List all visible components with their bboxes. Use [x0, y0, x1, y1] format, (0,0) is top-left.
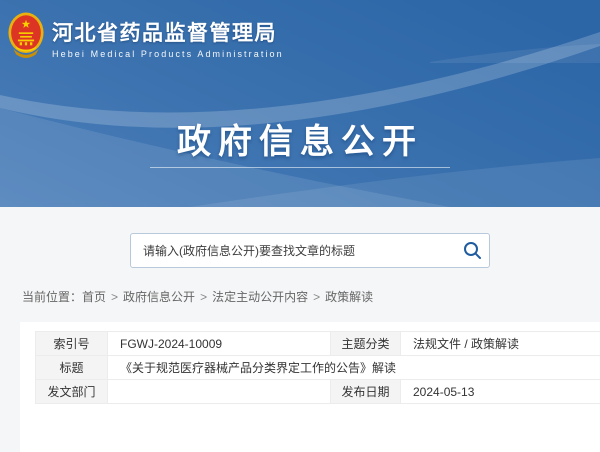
agency-title-en: Hebei Medical Products Administration	[52, 49, 284, 59]
content-panel: 索引号 FGWJ-2024-10009 主题分类 法规文件 / 政策解读 标题 …	[20, 322, 600, 452]
table-row: 标题 《关于规范医疗器械产品分类界定工作的公告》解读	[36, 356, 600, 380]
agency-title-cn: 河北省药品监督管理局	[52, 22, 284, 46]
search-button[interactable]	[455, 234, 489, 267]
breadcrumb-item-gov-info[interactable]: 政府信息公开	[123, 290, 195, 304]
breadcrumb-label: 当前位置：	[22, 290, 82, 304]
search-icon	[463, 241, 482, 260]
breadcrumb-item-home[interactable]: 首页	[82, 290, 106, 304]
search-input[interactable]	[131, 234, 455, 267]
breadcrumb-separator: >	[313, 290, 320, 304]
breadcrumb: 当前位置：首页 > 政府信息公开 > 法定主动公开内容 > 政策解读	[22, 288, 373, 305]
site-header: 河北省药品监督管理局 Hebei Medical Products Admini…	[8, 12, 284, 64]
breadcrumb-separator: >	[111, 290, 118, 304]
field-value-category: 法规文件 / 政策解读	[401, 332, 600, 356]
agency-titles: 河北省药品监督管理局 Hebei Medical Products Admini…	[52, 22, 284, 59]
page-title: 政府信息公开	[0, 114, 600, 163]
field-label-title: 标题	[36, 356, 108, 380]
field-value-title: 《关于规范医疗器械产品分类界定工作的公告》解读	[108, 356, 600, 380]
banner-divider	[150, 167, 450, 168]
breadcrumb-item-policy[interactable]: 政策解读	[325, 290, 373, 304]
national-emblem-icon	[8, 12, 44, 59]
document-info-table: 索引号 FGWJ-2024-10009 主题分类 法规文件 / 政策解读 标题 …	[35, 331, 600, 404]
breadcrumb-separator: >	[200, 290, 207, 304]
field-value-index: FGWJ-2024-10009	[108, 332, 331, 356]
national-emblem-logo[interactable]	[8, 12, 44, 64]
search-bar	[130, 233, 490, 268]
field-label-category: 主题分类	[331, 332, 401, 356]
field-label-index: 索引号	[36, 332, 108, 356]
top-banner: 河北省药品监督管理局 Hebei Medical Products Admini…	[0, 0, 600, 207]
table-row: 索引号 FGWJ-2024-10009 主题分类 法规文件 / 政策解读	[36, 332, 600, 356]
breadcrumb-item-disclosure[interactable]: 法定主动公开内容	[212, 290, 308, 304]
